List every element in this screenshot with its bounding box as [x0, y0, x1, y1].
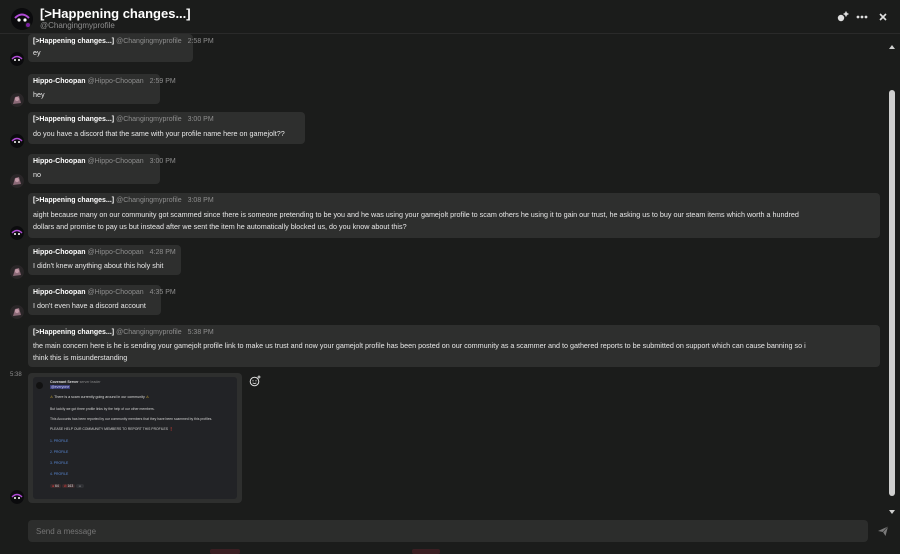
- embed-author-tag: server leader: [79, 380, 101, 384]
- message-bubble[interactable]: Hippo-Choopan @Hippo-Choopan 2:59 PM hey: [28, 74, 176, 104]
- reaction-strip: [412, 549, 440, 554]
- message-author[interactable]: Hippo-Choopan: [33, 78, 86, 85]
- reaction-strip: [210, 549, 240, 554]
- message-username: @Changingmyprofile: [116, 116, 182, 123]
- reaction-chip: ⊘ 163: [61, 484, 76, 488]
- avatar[interactable]: [10, 490, 24, 504]
- embed-avatar: [36, 382, 43, 389]
- message-username: @Changingmyprofile: [116, 197, 182, 204]
- message-bubble[interactable]: Hippo-Choopan @Hippo-Choopan 4:28 PM I did…: [28, 245, 181, 275]
- message-author[interactable]: [>Happening changes...]: [33, 197, 114, 204]
- screenshot-attachment[interactable]: Covenant Server server leader @everyone …: [33, 377, 237, 499]
- chat-title[interactable]: [>Happening changes...]: [40, 6, 191, 21]
- chat-header: [>Happening changes...] @Changingmyprofi…: [0, 0, 900, 34]
- message-input[interactable]: [28, 520, 868, 542]
- message-time: 3:00 PM: [149, 158, 176, 165]
- message-author[interactable]: [>Happening changes...]: [33, 116, 114, 123]
- message-text: ey: [33, 48, 41, 57]
- reaction-count: 163: [67, 484, 74, 488]
- message-author[interactable]: Hippo-Choopan: [33, 249, 86, 256]
- message-text: hey: [33, 90, 45, 99]
- message-bubble[interactable]: [>Happening changes...] @Changingmyprofil…: [28, 325, 880, 367]
- message-text: aight because many on our community got …: [33, 210, 799, 219]
- message-username: @Hippo-Choopan: [87, 78, 144, 85]
- message-time: 5:38: [10, 372, 22, 378]
- reaction-count: 64: [55, 484, 59, 488]
- warning-icon: ⚠: [50, 395, 54, 399]
- add-reaction-icon[interactable]: [249, 374, 261, 387]
- send-icon[interactable]: [876, 524, 890, 538]
- message-composer: [0, 514, 900, 554]
- message-bubble[interactable]: Hippo-Choopan @Hippo-Choopan 4:35 PM I don…: [28, 285, 176, 315]
- embed-line: PLEASE HELP OUR COMMUNITY MEMBERS TO REP…: [50, 427, 169, 431]
- message-time: 3:00 PM: [187, 116, 214, 123]
- message-list[interactable]: [>Happening changes...] @Changingmyprofil…: [0, 34, 886, 510]
- close-icon[interactable]: [876, 10, 890, 24]
- avatar[interactable]: [10, 134, 24, 148]
- avatar[interactable]: [10, 93, 24, 107]
- embed-warning: There is a scam currently going around i…: [54, 395, 145, 399]
- chat-avatar[interactable]: [11, 8, 33, 30]
- message-text: no: [33, 170, 41, 179]
- message-text: dollars and promise to pay us but instea…: [33, 222, 407, 231]
- exclamation-icon: ❗: [169, 427, 174, 431]
- reaction-emoji-icon: ●: [52, 484, 55, 488]
- add-reaction-small-icon: ☺: [76, 484, 84, 488]
- avatar[interactable]: [10, 174, 24, 188]
- profile-link[interactable]: 2. PROFILE: [50, 450, 68, 454]
- profile-link[interactable]: 3. PROFILE: [50, 461, 68, 465]
- embed-line: This Accounts has been reported by our c…: [50, 417, 213, 421]
- message-bubble[interactable]: [>Happening changes...] @Changingmyprofil…: [28, 34, 214, 62]
- embed-line: But luckily we got three profile links b…: [50, 407, 155, 411]
- reaction-emoji-icon: ⊘: [63, 484, 67, 488]
- message-author[interactable]: Hippo-Choopan: [33, 158, 86, 165]
- message-time: 4:28 PM: [149, 249, 176, 256]
- warning-icon: ⚠: [145, 395, 150, 399]
- message-bubble[interactable]: [>Happening changes...] @Changingmyprofil…: [28, 112, 305, 144]
- message-text: I don't even have a discord account: [33, 301, 146, 310]
- message-author[interactable]: [>Happening changes...]: [33, 329, 114, 336]
- message-author[interactable]: [>Happening changes...]: [33, 38, 114, 45]
- message-username: @Changingmyprofile: [116, 329, 182, 336]
- more-options-icon[interactable]: [855, 10, 869, 24]
- avatar-face-icon: [11, 8, 33, 30]
- message-username: @Changingmyprofile: [116, 38, 182, 45]
- avatar[interactable]: [10, 305, 24, 319]
- scroll-up-arrow-icon[interactable]: [888, 37, 896, 49]
- message-time: 4:35 PM: [149, 289, 176, 296]
- message-username: @Hippo-Choopan: [87, 289, 144, 296]
- embed-mention: @everyone: [50, 385, 71, 389]
- message-time: 5:38 PM: [187, 329, 214, 336]
- message-bubble[interactable]: [>Happening changes...] @Changingmyprofil…: [28, 193, 880, 238]
- message-time: 2:58 PM: [187, 38, 214, 45]
- avatar[interactable]: [10, 52, 24, 66]
- reaction-chip: ● 64: [50, 484, 61, 488]
- message-text: do you have a discord that the same with…: [33, 129, 285, 138]
- message-text: the main concern here is he is sending y…: [33, 341, 806, 350]
- message-time: 3:08 PM: [187, 197, 214, 204]
- message-username: @Hippo-Choopan: [87, 249, 144, 256]
- message-bubble[interactable]: Hippo-Choopan @Hippo-Choopan 3:00 PM no: [28, 154, 176, 184]
- message-author[interactable]: Hippo-Choopan: [33, 289, 86, 296]
- avatar[interactable]: [10, 265, 24, 279]
- message-text: I didn't knew anything about this holy s…: [33, 261, 164, 270]
- message-text: think this is misunderstanding: [33, 353, 128, 362]
- image-bubble[interactable]: Covenant Server server leader @everyone …: [28, 373, 242, 503]
- friend-request-icon[interactable]: [835, 10, 849, 24]
- scroll-down-arrow-icon[interactable]: [888, 502, 896, 514]
- message-username: @Hippo-Choopan: [87, 158, 144, 165]
- profile-link[interactable]: 4. PROFILE: [50, 472, 68, 476]
- message-time: 2:59 PM: [149, 78, 176, 85]
- scrollbar-thumb[interactable]: [889, 90, 895, 496]
- avatar[interactable]: [10, 226, 24, 240]
- embed-author: Covenant Server: [50, 380, 79, 384]
- chat-username: @Changingmyprofile: [40, 21, 115, 30]
- profile-link[interactable]: 1. PROFILE: [50, 439, 68, 443]
- embed-reactions: ● 64 ⊘ 163 ☺: [50, 484, 84, 488]
